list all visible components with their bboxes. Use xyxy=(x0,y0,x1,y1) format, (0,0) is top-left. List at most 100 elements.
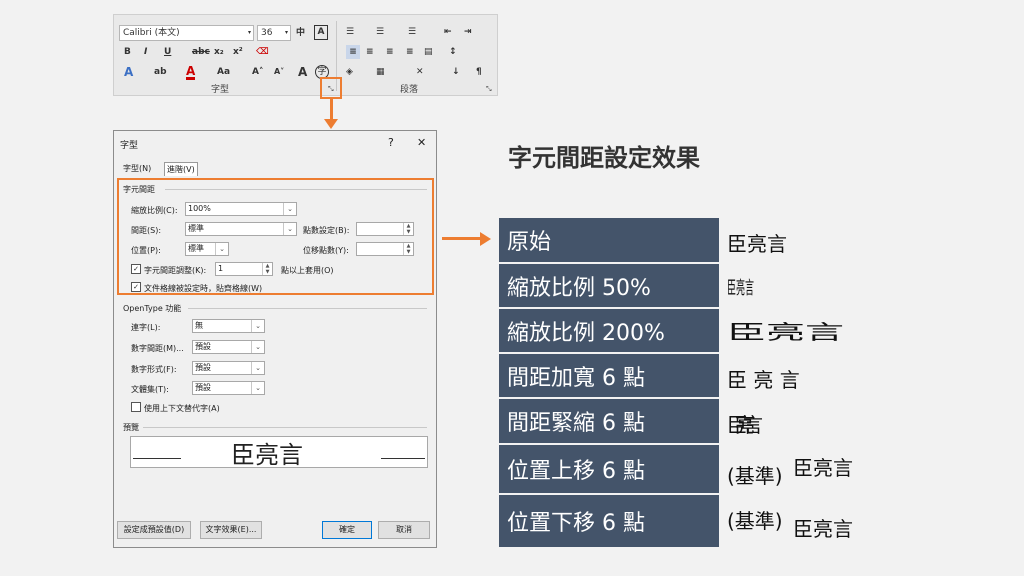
baseline-raised: (基準) xyxy=(727,464,783,488)
help-button[interactable]: ? xyxy=(388,136,394,149)
contextual-label: 使用上下文替代字(A) xyxy=(144,404,220,413)
preview-baseline-left xyxy=(133,458,181,459)
example-condensed: 臣亮言 xyxy=(727,413,763,437)
preview-text: 臣亮言 xyxy=(231,441,303,469)
num-spacing-value: 預設 xyxy=(195,342,211,351)
shading-icon[interactable]: ◈ xyxy=(346,65,353,79)
num-spacing-combo[interactable]: 預設 ⌄ xyxy=(192,340,265,354)
font-color-button[interactable]: A xyxy=(186,65,196,80)
font-group-label: 字型 xyxy=(211,85,230,95)
row-label-condensed: 間距緊縮 6 點 xyxy=(499,399,719,443)
example-lowered: 臣亮言 xyxy=(793,517,853,541)
justify-icon[interactable]: ≡ xyxy=(406,45,414,59)
arrow-shaft xyxy=(330,99,333,121)
distributed-icon[interactable]: ▤ xyxy=(424,45,433,59)
subscript-button[interactable]: x₂ xyxy=(214,45,224,59)
char-border-button[interactable]: A xyxy=(314,25,328,40)
page-title: 字元間距設定效果 xyxy=(508,144,700,172)
tab-advanced[interactable]: 進階(V) xyxy=(164,162,198,176)
row-label-expanded: 間距加寬 6 點 xyxy=(499,354,719,397)
baseline-lowered: (基準) xyxy=(727,509,783,533)
grow-font-button[interactable]: A˄ xyxy=(252,65,263,79)
multilevel-list-icon[interactable]: ☰ xyxy=(408,25,416,39)
example-scale50: 臣亮言 xyxy=(727,278,754,299)
bullets-icon[interactable]: ☰ xyxy=(346,25,354,39)
font-size-combo[interactable]: 36 ▾ xyxy=(257,25,291,41)
example-raised: 臣亮言 xyxy=(793,456,853,480)
font-name-combo[interactable]: Calibri (本文) ▾ xyxy=(119,25,254,41)
section-divider xyxy=(143,427,427,428)
row-label-raised: 位置上移 6 點 xyxy=(499,445,719,493)
chevron-down-icon: ⌄ xyxy=(251,341,264,353)
num-forms-value: 預設 xyxy=(195,363,211,372)
set-default-button[interactable]: 設定成預設值(D) xyxy=(117,521,191,539)
align-right-icon[interactable]: ≡ xyxy=(386,45,394,59)
clear-format-icon[interactable]: ⌫ xyxy=(256,45,269,59)
asian-layout-icon[interactable]: ✕ xyxy=(416,65,424,79)
dialog-title: 字型 xyxy=(120,141,139,151)
preview-section-title: 預覽 xyxy=(123,423,139,432)
ligatures-label: 連字(L): xyxy=(131,323,161,332)
example-original: 臣亮言 xyxy=(727,232,787,256)
spacing-highlight xyxy=(117,178,434,295)
row-label-scale200: 縮放比例 200% xyxy=(499,309,719,352)
chevron-down-icon: ▾ xyxy=(247,29,251,36)
tab-font[interactable]: 字型(N) xyxy=(121,162,153,175)
opentype-section-title: OpenType 功能 xyxy=(123,304,182,313)
chevron-down-icon: ⌄ xyxy=(251,382,264,394)
num-spacing-label: 數字間距(M)... xyxy=(131,344,184,353)
ligatures-value: 無 xyxy=(195,321,203,330)
num-forms-combo[interactable]: 預設 ⌄ xyxy=(192,361,265,375)
shrink-font-button[interactable]: A˅ xyxy=(274,65,284,79)
arrow-right-icon xyxy=(480,232,491,246)
arrow-shaft xyxy=(442,237,482,240)
row-label-scale50: 縮放比例 50% xyxy=(499,264,719,307)
chevron-down-icon: ⌄ xyxy=(251,320,264,332)
ligatures-combo[interactable]: 無 ⌄ xyxy=(192,319,265,333)
increase-indent-icon[interactable]: ⇥ xyxy=(464,25,472,39)
paragraph-dialog-launcher-icon[interactable]: ⤡ xyxy=(486,85,492,94)
bold-button[interactable]: B xyxy=(124,45,131,59)
superscript-button[interactable]: x² xyxy=(233,45,243,59)
row-label-lowered: 位置下移 6 點 xyxy=(499,495,719,547)
font-size-value: 36 xyxy=(261,28,273,38)
text-effects-button[interactable]: 文字效果(E)... xyxy=(200,521,262,539)
chevron-down-icon: ⌄ xyxy=(251,362,264,374)
chinese-convert-icon[interactable]: 中 xyxy=(296,26,305,40)
align-left-icon[interactable]: ≡ xyxy=(346,45,360,59)
numbering-icon[interactable]: ☰ xyxy=(376,25,384,39)
show-marks-icon[interactable]: ¶ xyxy=(476,65,482,79)
paragraph-group-label: 段落 xyxy=(400,85,419,95)
line-spacing-icon[interactable]: ↕ xyxy=(449,45,457,59)
character-shading-icon[interactable]: A xyxy=(298,65,307,79)
preview-box: 臣亮言 xyxy=(130,436,428,469)
chevron-down-icon: ▾ xyxy=(284,29,288,36)
change-case-button[interactable]: Aa xyxy=(217,65,230,79)
launcher-highlight xyxy=(320,77,342,99)
sort-icon[interactable]: ↓ xyxy=(452,65,460,79)
italic-button[interactable]: I xyxy=(144,45,147,59)
section-divider xyxy=(188,308,427,309)
highlight-icon[interactable]: ab xyxy=(154,65,167,79)
strikethrough-button[interactable]: abc xyxy=(192,45,210,59)
font-ribbon: Calibri (本文) ▾ 36 ▾ 中 A B I U abc x₂ x² ⌫ … xyxy=(113,14,498,96)
example-expanded: 臣 亮 言 xyxy=(727,368,800,392)
stylistic-value: 預設 xyxy=(195,383,211,392)
align-center-icon[interactable]: ≡ xyxy=(366,45,374,59)
close-button[interactable]: ✕ xyxy=(417,136,426,149)
ok-button[interactable]: 確定 xyxy=(322,521,372,539)
font-name-value: Calibri (本文) xyxy=(123,28,180,38)
borders-icon[interactable]: ▦ xyxy=(376,65,385,79)
contextual-checkbox[interactable] xyxy=(131,402,141,412)
preview-baseline-right xyxy=(381,458,425,459)
decrease-indent-icon[interactable]: ⇤ xyxy=(444,25,452,39)
text-effects-icon[interactable]: A xyxy=(124,65,133,79)
underline-button[interactable]: U xyxy=(164,45,171,59)
cancel-button[interactable]: 取消 xyxy=(378,521,430,539)
example-scale200: 臣亮言 xyxy=(727,320,844,344)
stylistic-combo[interactable]: 預設 ⌄ xyxy=(192,381,265,395)
arrow-down-icon xyxy=(324,119,338,129)
num-forms-label: 數字形式(F): xyxy=(131,365,177,374)
row-label-original: 原始 xyxy=(499,218,719,262)
stylistic-label: 文體集(T): xyxy=(131,385,169,394)
